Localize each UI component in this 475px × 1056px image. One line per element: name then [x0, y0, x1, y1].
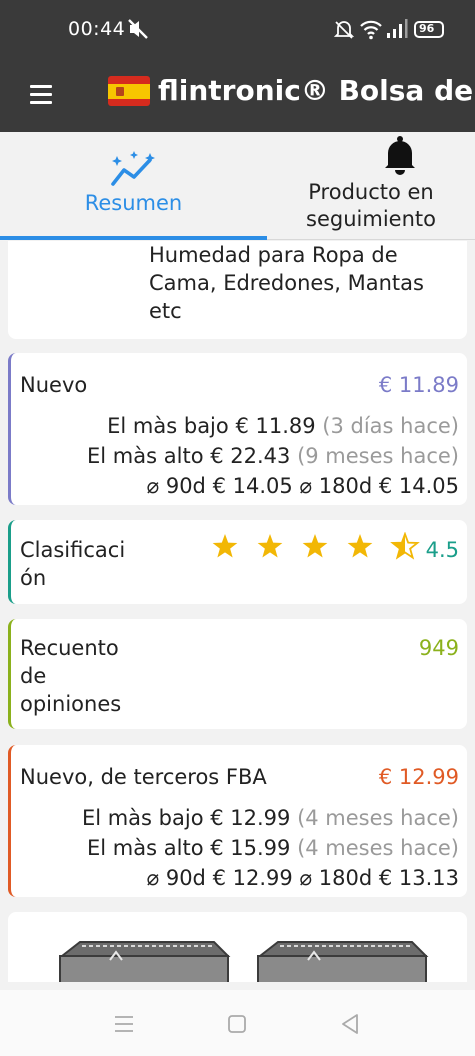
- star-icon: [302, 534, 328, 558]
- trend-sparkle-icon: [111, 151, 155, 186]
- storage-bag-image[interactable]: [52, 938, 232, 982]
- product-title-line2: Cama, Edredones, Mantas: [149, 271, 424, 295]
- wifi-icon: [360, 20, 382, 40]
- nuevo-lowest-label: El màs bajo: [107, 414, 229, 438]
- fba-avg90-value: € 12.99: [212, 866, 293, 890]
- fba-lowest-when: (4 meses hace): [297, 806, 459, 830]
- fba-price-card[interactable]: Nuevo, de terceros FBA € 12.99 El màs ba…: [8, 745, 467, 897]
- product-title-line3: etc: [149, 299, 182, 323]
- nuevo-lowest-row: El màs bajo € 11.89 (3 días hace): [107, 414, 459, 438]
- nuevo-lowest-value: € 11.89: [235, 414, 316, 438]
- nuevo-lowest-when: (3 días hace): [322, 414, 459, 438]
- tab-producto-seguimiento[interactable]: Producto en seguimiento: [267, 132, 475, 240]
- nuevo-avg90-value: € 14.05: [212, 474, 293, 498]
- alarm-off-icon: [334, 21, 354, 39]
- nuevo-highest-when: (9 meses hace): [297, 444, 459, 468]
- fba-highest-label: El màs alto: [87, 836, 204, 860]
- hamburger-menu-icon[interactable]: [26, 78, 60, 112]
- nuevo-price-card[interactable]: Nuevo € 11.89 El màs bajo € 11.89 (3 día…: [8, 353, 467, 505]
- star-icon: [212, 534, 238, 558]
- nuevo-price: € 11.89: [378, 373, 459, 397]
- spain-flag: [108, 76, 150, 106]
- mute-icon: [128, 19, 148, 39]
- fba-label: Nuevo, de terceros FBA: [20, 765, 267, 789]
- nuevo-highest-value: € 22.43: [210, 444, 291, 468]
- nuevo-average-row: ⌀ 90d € 14.05 ⌀ 180d € 14.05: [147, 474, 459, 498]
- rating-stars: [212, 532, 420, 560]
- nuevo-highest-row: El màs alto € 22.43 (9 meses hace): [87, 444, 459, 468]
- nuevo-label: Nuevo: [20, 373, 88, 397]
- product-title-card: Humedad para Ropa de Cama, Edredones, Ma…: [8, 241, 467, 339]
- nuevo-avg90-label: ⌀ 90d: [146, 474, 206, 498]
- fba-highest-row: El màs alto € 15.99 (4 meses hace): [87, 836, 459, 860]
- system-nav-bar: [0, 990, 475, 1056]
- fba-lowest-value: € 12.99: [210, 806, 291, 830]
- tab-resumen-label: Resumen: [84, 191, 183, 215]
- fba-avg90-label: ⌀ 90d: [146, 866, 206, 890]
- fba-highest-when: (4 meses hace): [297, 836, 459, 860]
- reviews-label-line1: Recuento: [20, 636, 119, 660]
- fba-lowest-row: El màs bajo € 12.99 (4 meses hace): [82, 806, 459, 830]
- storage-bag-image[interactable]: [250, 938, 430, 982]
- fba-highest-value: € 15.99: [210, 836, 291, 860]
- signal-icon: [387, 19, 408, 38]
- nuevo-highest-label: El màs alto: [87, 444, 204, 468]
- app-title: flintronic® Bolsa de Alm: [158, 74, 475, 107]
- battery-icon: 96: [414, 21, 444, 38]
- rating-card[interactable]: Clasificaci ón 4.5: [8, 520, 467, 604]
- reviews-value: 949: [418, 636, 459, 660]
- rating-label-line1: Clasificaci: [20, 538, 126, 562]
- reviews-label-line2: de: [20, 664, 47, 688]
- fba-average-row: ⌀ 90d € 12.99 ⌀ 180d € 13.13: [147, 866, 459, 890]
- status-time: 00:44: [68, 18, 126, 40]
- status-bar: 00:44 96: [0, 0, 475, 60]
- tab-producto-label-line2: seguimiento: [306, 207, 436, 231]
- review-count-card[interactable]: Recuento de opiniones 949: [8, 619, 467, 729]
- tab-bar: Resumen Producto en seguimiento: [0, 132, 475, 240]
- tab-resumen[interactable]: Resumen: [0, 132, 267, 240]
- fba-avg180-label: ⌀ 180d: [299, 866, 373, 890]
- star-icon: [257, 534, 283, 558]
- tab-producto-label: Producto en seguimiento: [267, 179, 475, 233]
- fba-price: € 12.99: [378, 765, 459, 789]
- product-images-card: [8, 912, 467, 982]
- summary-content: Humedad para Ropa de Cama, Edredones, Ma…: [0, 241, 475, 982]
- star-icon: [347, 534, 373, 558]
- product-title-line1: Humedad para Ropa de: [149, 243, 398, 267]
- nuevo-avg180-label: ⌀ 180d: [299, 474, 373, 498]
- nuevo-avg180-value: € 14.05: [378, 474, 459, 498]
- back-icon[interactable]: [338, 1012, 362, 1036]
- rating-value: 4.5: [425, 538, 459, 562]
- recents-icon[interactable]: [112, 1014, 136, 1034]
- bell-icon: [385, 136, 415, 175]
- tab-producto-label-line1: Producto en: [308, 180, 434, 204]
- reviews-label-line3: opiniones: [20, 692, 122, 716]
- rating-label-line2: ón: [20, 566, 47, 590]
- star-icon: [390, 532, 420, 560]
- home-icon[interactable]: [226, 1013, 248, 1035]
- fba-avg180-value: € 13.13: [378, 866, 459, 890]
- active-tab-indicator: [0, 236, 267, 240]
- fba-lowest-label: El màs bajo: [81, 806, 204, 830]
- app-bar: flintronic® Bolsa de Alm: [0, 60, 475, 132]
- battery-level: 96: [419, 22, 435, 35]
